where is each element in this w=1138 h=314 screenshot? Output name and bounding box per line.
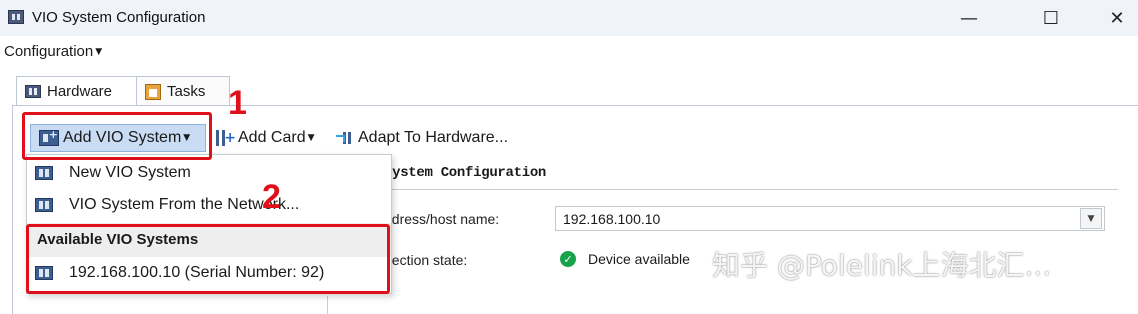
address-dropdown-button[interactable]: ▼: [1080, 208, 1102, 229]
add-card-label: Add Card: [238, 129, 306, 146]
annotation-box-1: [22, 112, 212, 160]
app-icon: [8, 10, 24, 24]
check-circle-icon: ✓: [560, 251, 576, 267]
annotation-number-2: 2: [262, 178, 281, 216]
menu-item-new-vio-system[interactable]: New VIO System: [27, 157, 391, 189]
panel-divider: [327, 296, 328, 314]
chevron-down-icon: ▼: [307, 133, 315, 143]
tab-hardware[interactable]: Hardware: [16, 76, 138, 106]
tab-tasks[interactable]: Tasks: [136, 76, 230, 106]
adapt-hardware-icon: [336, 130, 354, 146]
menu-configuration-label: Configuration: [4, 43, 94, 60]
chevron-down-icon: ▼: [95, 47, 103, 58]
window-title: VIO System Configuration: [32, 9, 206, 26]
add-card-button[interactable]: Add Card▼: [214, 124, 315, 152]
menu-item-label: New VIO System: [69, 164, 191, 181]
annotation-number-1: 1: [228, 84, 247, 122]
close-button[interactable]: ✕: [1094, 0, 1138, 36]
connection-status-text: Device available: [588, 251, 690, 267]
adapt-to-hardware-button[interactable]: Adapt To Hardware...: [336, 124, 508, 152]
connection-status: ✓ Device available: [560, 251, 690, 267]
annotation-box-2: [26, 224, 390, 294]
tab-tasks-label: Tasks: [167, 83, 206, 100]
menu-item-from-network[interactable]: VIO System From the Network...: [27, 189, 391, 221]
hardware-icon: [25, 85, 41, 98]
watermark: 知乎 @Polelink上海北汇...: [712, 249, 1052, 282]
menu-configuration[interactable]: Configuration ▼: [4, 43, 102, 60]
connection-label: nection state:: [384, 252, 468, 268]
tasks-icon: [145, 83, 161, 100]
tab-hardware-label: Hardware: [47, 83, 113, 100]
new-vio-system-icon: [35, 166, 53, 180]
menu-bar: Configuration ▼: [0, 36, 1138, 68]
section-divider: [380, 189, 1118, 190]
add-card-icon: [216, 130, 236, 146]
minimize-button[interactable]: —: [946, 0, 992, 36]
chevron-down-icon: ▼: [1087, 213, 1095, 224]
title-bar: VIO System Configuration — ☐ ✕: [0, 0, 1138, 36]
maximize-button[interactable]: ☐: [1028, 0, 1074, 36]
section-title: System Configuration: [384, 165, 547, 181]
address-field[interactable]: 192.168.100.10: [555, 206, 1105, 231]
address-label: ddress/host name:: [384, 211, 500, 227]
adapt-to-hardware-label: Adapt To Hardware...: [358, 129, 509, 146]
vio-system-icon: [35, 198, 53, 212]
